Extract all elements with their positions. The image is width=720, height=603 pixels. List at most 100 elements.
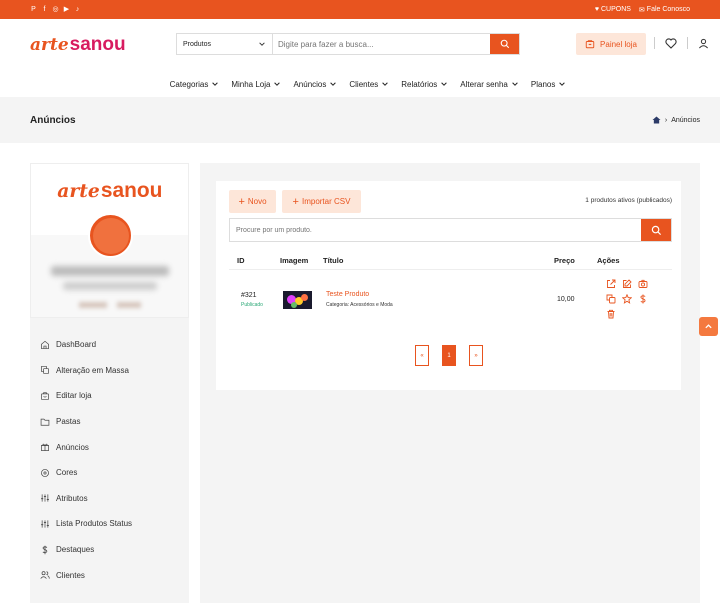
- pinterest-icon[interactable]: P: [30, 6, 37, 13]
- nav-item-2[interactable]: Anúncios: [293, 80, 337, 89]
- trash-icon[interactable]: [606, 309, 616, 319]
- nav-item-3[interactable]: Clientes: [349, 80, 389, 89]
- chevron-down-icon: [274, 82, 281, 86]
- sidebar-item-0[interactable]: DashBoard: [40, 332, 179, 358]
- chevron-down-icon: [382, 82, 389, 86]
- pagination-page-1[interactable]: 1: [442, 345, 456, 366]
- sidebar-item-7[interactable]: Lista Produtos Status: [40, 511, 179, 537]
- heart-icon: ♥: [594, 6, 599, 13]
- sidebar-item-label: Anúncios: [56, 442, 89, 452]
- external-link-icon[interactable]: [606, 279, 616, 289]
- pagination-next[interactable]: »: [469, 345, 483, 366]
- sidebar-item-1[interactable]: Alteração em Massa: [40, 358, 179, 384]
- painel-loja-button[interactable]: Painel loja: [576, 33, 646, 55]
- mail-icon: ✉: [638, 6, 645, 14]
- sidebar-item-label: Editar loja: [56, 391, 92, 401]
- nav-item-1[interactable]: Minha Loja: [231, 80, 281, 89]
- logo[interactable]: arte sanou: [30, 34, 126, 56]
- new-product-button[interactable]: + Novo: [229, 190, 276, 213]
- scroll-to-top-button[interactable]: [699, 317, 718, 336]
- sidebar-item-label: Destaques: [56, 545, 95, 555]
- sidebar-item-label: Atributos: [56, 493, 88, 503]
- divider: [654, 37, 655, 49]
- chevron-down-icon: [212, 82, 219, 86]
- store-icon: [585, 40, 595, 49]
- heart-icon[interactable]: [665, 37, 677, 49]
- main-nav: Categorias Minha Loja Anúncios Clientes Rela…: [0, 71, 720, 97]
- sidebar-item-9[interactable]: Clientes: [40, 562, 179, 588]
- sidebar-item-label: Lista Produtos Status: [56, 519, 133, 529]
- facebook-icon[interactable]: f: [41, 6, 48, 13]
- chevron-down-icon: [259, 42, 265, 46]
- edit-icon[interactable]: [622, 279, 632, 289]
- search-category-select[interactable]: Produtos: [177, 34, 273, 54]
- chevron-down-icon: [559, 82, 566, 86]
- avatar: [88, 213, 133, 258]
- nav-item-0[interactable]: Categorias: [170, 80, 220, 89]
- plus-icon: +: [292, 195, 299, 208]
- sidebar-item-label: Pastas: [56, 417, 81, 427]
- blurred-store-name: [51, 266, 169, 276]
- import-csv-button[interactable]: + Importar CSV: [282, 190, 361, 213]
- sidebar-item-4[interactable]: Anúncios: [40, 434, 179, 460]
- search-input[interactable]: [273, 34, 490, 54]
- cupons-link[interactable]: ♥ CUPONS: [595, 6, 631, 13]
- sidebar-item-8[interactable]: Destaques: [40, 537, 179, 563]
- product-search: [229, 218, 672, 242]
- breadcrumb: › Anúncios: [652, 116, 700, 124]
- product-title-link[interactable]: Teste Produto: [326, 291, 369, 298]
- dollar-icon[interactable]: [638, 294, 648, 304]
- product-search-button[interactable]: [641, 219, 671, 241]
- product-thumbnail[interactable]: [283, 291, 312, 309]
- header: artesanou Produtos Painel loja: [0, 19, 720, 71]
- home-icon[interactable]: [652, 116, 661, 124]
- active-products-count: 1 produtos ativos (publicados): [585, 197, 672, 204]
- instagram-icon[interactable]: ◎: [52, 6, 59, 13]
- column-header-price: Preço: [554, 256, 575, 265]
- folder-icon: [40, 418, 50, 426]
- sidebar-menu: DashBoard Alteração em Massa Editar loja Pa…: [30, 318, 189, 588]
- sidebar-item-2[interactable]: Editar loja: [40, 383, 179, 409]
- page-title-bar: Anúncios › Anúncios: [0, 97, 720, 143]
- sidebar-item-3[interactable]: Pastas: [40, 409, 179, 435]
- search-icon: [651, 225, 661, 235]
- sidebar-item-label: DashBoard: [56, 340, 97, 350]
- nav-item-6[interactable]: Planos: [531, 80, 566, 89]
- tiktok-icon[interactable]: ♪: [74, 6, 81, 13]
- camera-icon[interactable]: [638, 279, 648, 289]
- sliders-icon: [41, 520, 49, 528]
- social-links: P f ◎ ▶ ♪: [30, 6, 81, 13]
- product-search-input[interactable]: [230, 219, 641, 241]
- copy-icon: [41, 366, 49, 375]
- plus-icon: +: [238, 195, 245, 208]
- sidebar-item-5[interactable]: Cores: [40, 460, 179, 486]
- top-bar: P f ◎ ▶ ♪ ♥ CUPONS ✉ Fale Conosco: [0, 0, 720, 19]
- blurred-stat: [117, 302, 141, 308]
- chevron-down-icon: [512, 82, 518, 86]
- nav-item-4[interactable]: Relatórios: [401, 80, 448, 89]
- product-id: #321: [241, 292, 257, 299]
- store-icon: [41, 392, 49, 400]
- nav-item-5[interactable]: Alterar senha: [460, 80, 519, 89]
- column-header-actions: Ações: [597, 256, 620, 265]
- blurred-stat: [79, 302, 107, 308]
- user-icon[interactable]: [698, 38, 709, 49]
- column-header-id: ID: [237, 256, 245, 265]
- column-header-title: Título: [323, 256, 344, 265]
- contact-link[interactable]: ✉ Fale Conosco: [639, 6, 690, 14]
- pagination-prev[interactable]: «: [415, 345, 429, 366]
- sliders-icon: [41, 494, 49, 502]
- store-profile-card: arte sanou: [30, 163, 189, 318]
- chevron-down-icon: [330, 82, 337, 86]
- copy-icon[interactable]: [606, 294, 616, 304]
- palette-icon: [41, 468, 49, 477]
- product-price: 10,00: [557, 296, 575, 303]
- youtube-icon[interactable]: ▶: [63, 6, 70, 13]
- page-title: Anúncios: [30, 114, 76, 126]
- search-button[interactable]: [490, 34, 519, 54]
- column-header-image: Imagem: [280, 256, 309, 265]
- star-icon[interactable]: [622, 294, 632, 304]
- product-category: Categoria: Acessórios e Moda: [326, 302, 393, 308]
- sidebar-item-label: Alteração em Massa: [56, 365, 129, 375]
- sidebar-item-6[interactable]: Atributos: [40, 486, 179, 512]
